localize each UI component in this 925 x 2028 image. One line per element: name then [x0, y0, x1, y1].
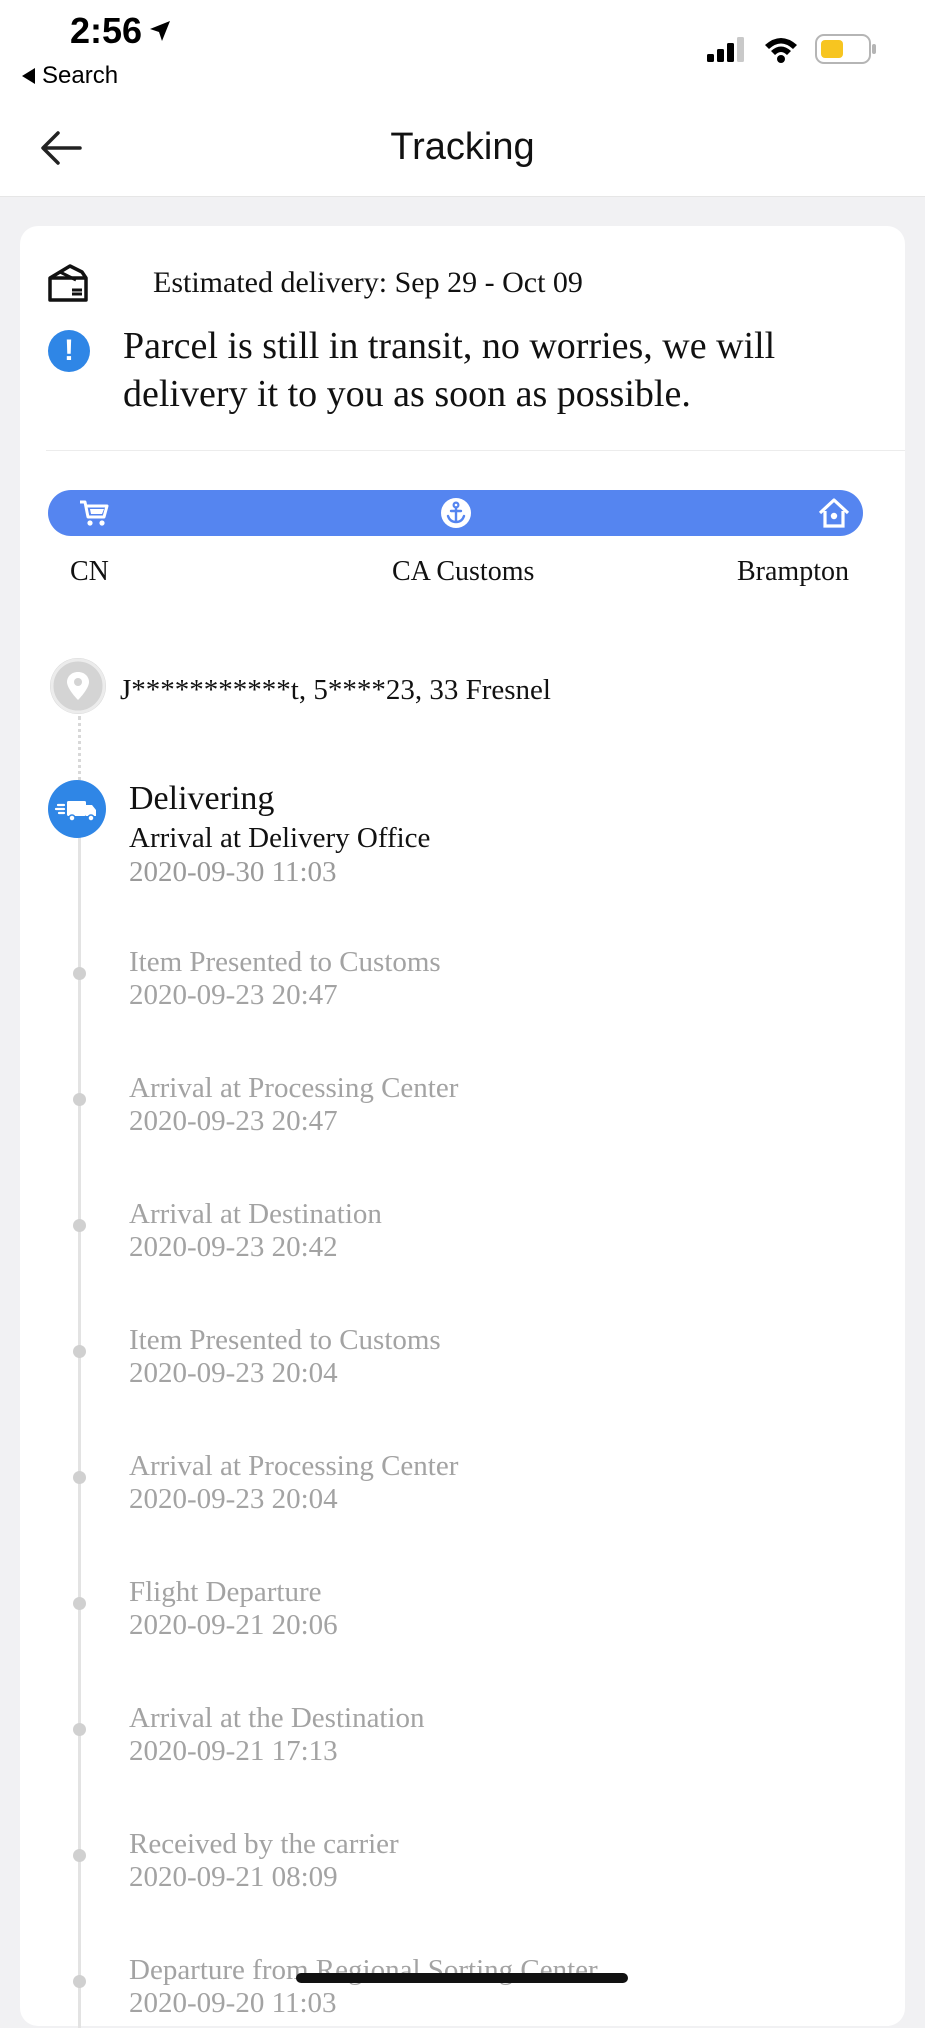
event-description: Received by the carrier: [129, 1828, 399, 1860]
route-stop-origin: CN: [70, 556, 109, 587]
event-time: 2020-09-23 20:04: [129, 1483, 338, 1515]
timeline-dot: [73, 1093, 86, 1106]
back-app-label: Search: [42, 62, 119, 89]
delivery-address: J***********t, 5****23, 33 Fresnel: [120, 674, 551, 706]
location-arrow-icon: [150, 21, 171, 41]
timeline-event: Flight Departure 2020-09-21 20:06: [129, 1576, 338, 1642]
timeline-dot: [73, 1471, 86, 1484]
back-to-app-link[interactable]: Search: [22, 62, 118, 90]
route-stop-destination: Brampton: [737, 556, 849, 587]
time-text: 2:56: [70, 10, 143, 51]
timeline-event: Item Presented to Customs 2020-09-23 20:…: [129, 946, 441, 1012]
exclamation-icon: !: [48, 330, 90, 372]
timeline-event: Arrival at Destination 2020-09-23 20:42: [129, 1198, 382, 1264]
cart-icon: [80, 500, 109, 526]
wifi-icon: [765, 38, 797, 63]
navigation-header: Tracking: [0, 100, 925, 197]
timeline-event: Item Presented to Customs 2020-09-23 20:…: [129, 1324, 441, 1390]
triangle-left-icon: [22, 68, 35, 84]
route-stop-customs: CA Customs: [392, 556, 535, 587]
event-time: 2020-09-23 20:04: [129, 1357, 338, 1389]
timeline-dot: [73, 1723, 86, 1736]
route-progress-bar: [48, 490, 863, 536]
timeline-dot: [73, 1849, 86, 1862]
home-icon: [818, 498, 850, 528]
timeline-dot: [73, 1975, 86, 1988]
address-pin: [50, 658, 106, 714]
timeline-event: Arrival at Processing Center 2020-09-23 …: [129, 1450, 458, 1516]
event-description: Arrival at Destination: [129, 1198, 382, 1230]
truck-icon: [54, 801, 96, 822]
event-time: 2020-09-21 08:09: [129, 1861, 338, 1893]
timeline-line: [78, 798, 81, 2028]
event-description: Item Presented to Customs: [129, 946, 441, 978]
location-pin-icon: [50, 658, 106, 714]
current-event-time: 2020-09-30 11:03: [129, 856, 337, 888]
event-description: Arrival at Processing Center: [129, 1450, 459, 1482]
timeline-dot: [73, 1219, 86, 1232]
status-time: 2:56: [70, 10, 172, 52]
event-description: Flight Departure: [129, 1576, 322, 1608]
event-description: Item Presented to Customs: [129, 1324, 441, 1356]
status-icons: [707, 34, 877, 64]
timeline-dot: [73, 1597, 86, 1610]
tracking-card: Estimated delivery: Sep 29 - Oct 09 ! Pa…: [20, 226, 905, 2028]
event-description: Arrival at Processing Center: [129, 1072, 459, 1104]
timeline-event: Received by the carrier 2020-09-21 08:09: [129, 1828, 399, 1894]
estimated-delivery: Estimated delivery: Sep 29 - Oct 09: [153, 266, 583, 299]
timeline-event: Arrival at Processing Center 2020-09-23 …: [129, 1072, 458, 1138]
event-time: 2020-09-21 20:06: [129, 1609, 338, 1641]
event-time: 2020-09-23 20:47: [129, 979, 338, 1011]
timeline-dot: [73, 1345, 86, 1358]
timeline-dot: [73, 967, 86, 980]
event-time: 2020-09-20 11:03: [129, 1987, 337, 2019]
page-title: Tracking: [390, 126, 535, 168]
current-status: Delivering: [129, 780, 275, 817]
timeline-event: Arrival at the Destination 2020-09-21 17…: [129, 1702, 425, 1768]
anchor-icon: [441, 498, 471, 528]
estimate-row: [46, 262, 92, 304]
battery-icon: [815, 34, 876, 64]
truck-status-marker: [48, 780, 106, 838]
event-time: 2020-09-21 17:13: [129, 1735, 338, 1767]
package-icon: [48, 264, 88, 302]
event-time: 2020-09-23 20:42: [129, 1231, 338, 1263]
timeline-event: Departure from Regional Sorting Center 2…: [129, 1954, 598, 2020]
current-event-description: Arrival at Delivery Office: [129, 822, 431, 854]
signal-icon: [707, 37, 744, 62]
divider: [46, 450, 905, 451]
event-description: Arrival at the Destination: [129, 1702, 425, 1734]
home-indicator[interactable]: [296, 1973, 628, 1983]
transit-notice: Parcel is still in transit, no worries, …: [123, 325, 776, 415]
event-time: 2020-09-23 20:47: [129, 1105, 338, 1137]
status-bar: 2:56 Search: [0, 0, 925, 100]
